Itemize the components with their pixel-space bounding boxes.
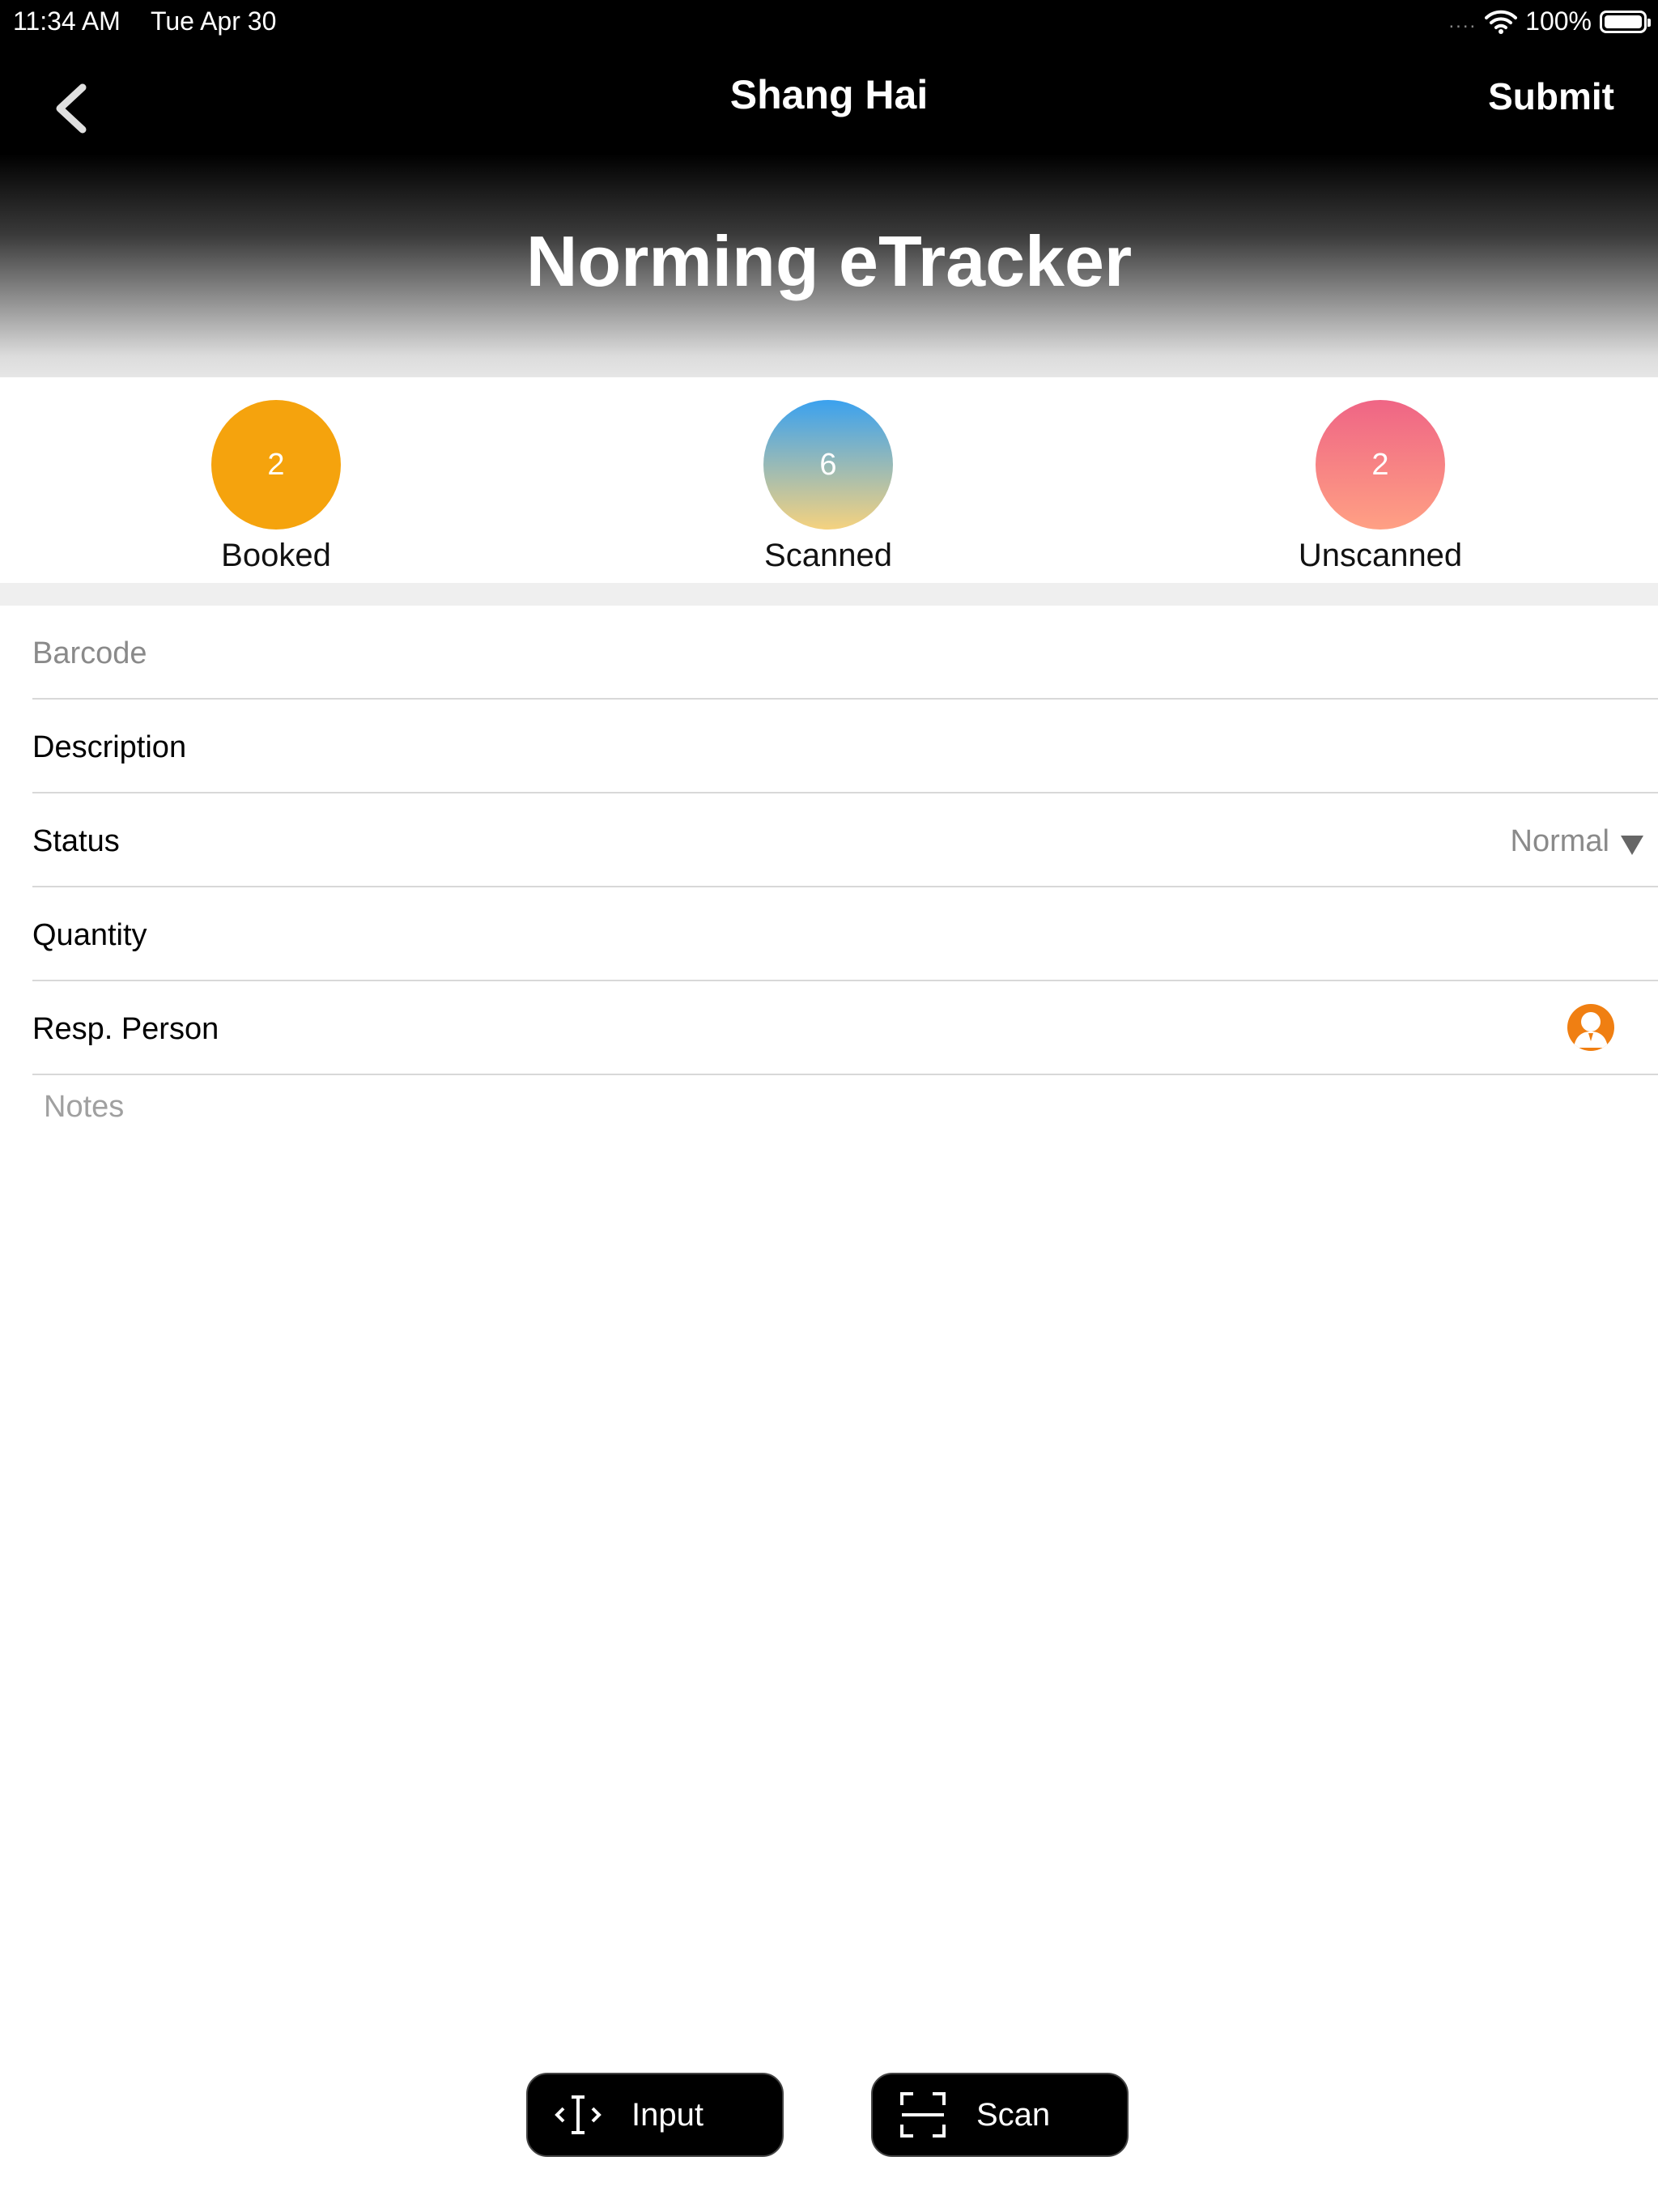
stat-scanned[interactable]: 6 Scanned	[691, 400, 966, 574]
resp-person-label: Resp. Person	[32, 1012, 219, 1046]
description-field[interactable]: Description	[32, 700, 1658, 793]
scan-button[interactable]: Scan	[871, 2073, 1129, 2157]
stats-panel: 2 Booked 6 Scanned 2 Unscanned	[0, 377, 1658, 583]
status-label: Status	[32, 824, 120, 858]
booked-label: Booked	[221, 538, 331, 573]
status-date: Tue Apr 30	[151, 6, 277, 36]
cellular-signal-icon: ....	[1448, 10, 1477, 32]
battery-icon	[1600, 10, 1651, 33]
unscanned-count-badge: 2	[1316, 400, 1445, 530]
submit-button[interactable]: Submit	[1488, 74, 1614, 118]
wifi-icon	[1485, 10, 1518, 34]
status-value: Normal	[1510, 824, 1609, 858]
text-cursor-icon	[555, 2095, 602, 2134]
scan-button-label: Scan	[976, 2096, 1051, 2133]
header: 11:34 AM Tue Apr 30 .... 100% Shang Hai …	[0, 0, 1658, 377]
quantity-field[interactable]: Quantity	[32, 887, 1658, 981]
notes-field[interactable]: Notes	[32, 1075, 1658, 2047]
barcode-field[interactable]: Barcode	[32, 606, 1658, 700]
battery-percent: 100%	[1525, 6, 1592, 36]
notes-placeholder: Notes	[44, 1090, 125, 1124]
status-right: .... 100%	[1448, 6, 1651, 36]
app-title: Norming eTracker	[525, 221, 1133, 301]
booked-count-badge: 2	[211, 400, 341, 530]
stat-booked[interactable]: 2 Booked	[138, 400, 414, 574]
unscanned-label: Unscanned	[1298, 538, 1463, 573]
asset-form: Barcode Description Status Normal Quanti…	[32, 606, 1658, 2047]
stat-unscanned[interactable]: 2 Unscanned	[1243, 400, 1518, 574]
status-time: 11:34 AM	[13, 6, 121, 36]
barcode-placeholder: Barcode	[32, 636, 147, 670]
status-bar: 11:34 AM Tue Apr 30 .... 100%	[0, 0, 1658, 45]
status-field[interactable]: Status Normal	[32, 793, 1658, 887]
description-label: Description	[32, 730, 187, 764]
input-button-label: Input	[631, 2096, 704, 2133]
nav-bar: Shang Hai Submit	[0, 45, 1658, 159]
scanned-label: Scanned	[764, 538, 892, 573]
section-divider	[0, 583, 1658, 606]
resp-person-field[interactable]: Resp. Person	[32, 981, 1658, 1075]
input-button[interactable]: Input	[526, 2073, 784, 2157]
caret-down-icon	[1621, 836, 1643, 855]
nav-title: Shang Hai	[729, 72, 929, 117]
scanned-count-badge: 6	[763, 400, 893, 530]
person-picker-icon[interactable]	[1567, 1004, 1614, 1051]
scan-frame-icon	[900, 2092, 946, 2138]
quantity-label: Quantity	[32, 918, 147, 952]
